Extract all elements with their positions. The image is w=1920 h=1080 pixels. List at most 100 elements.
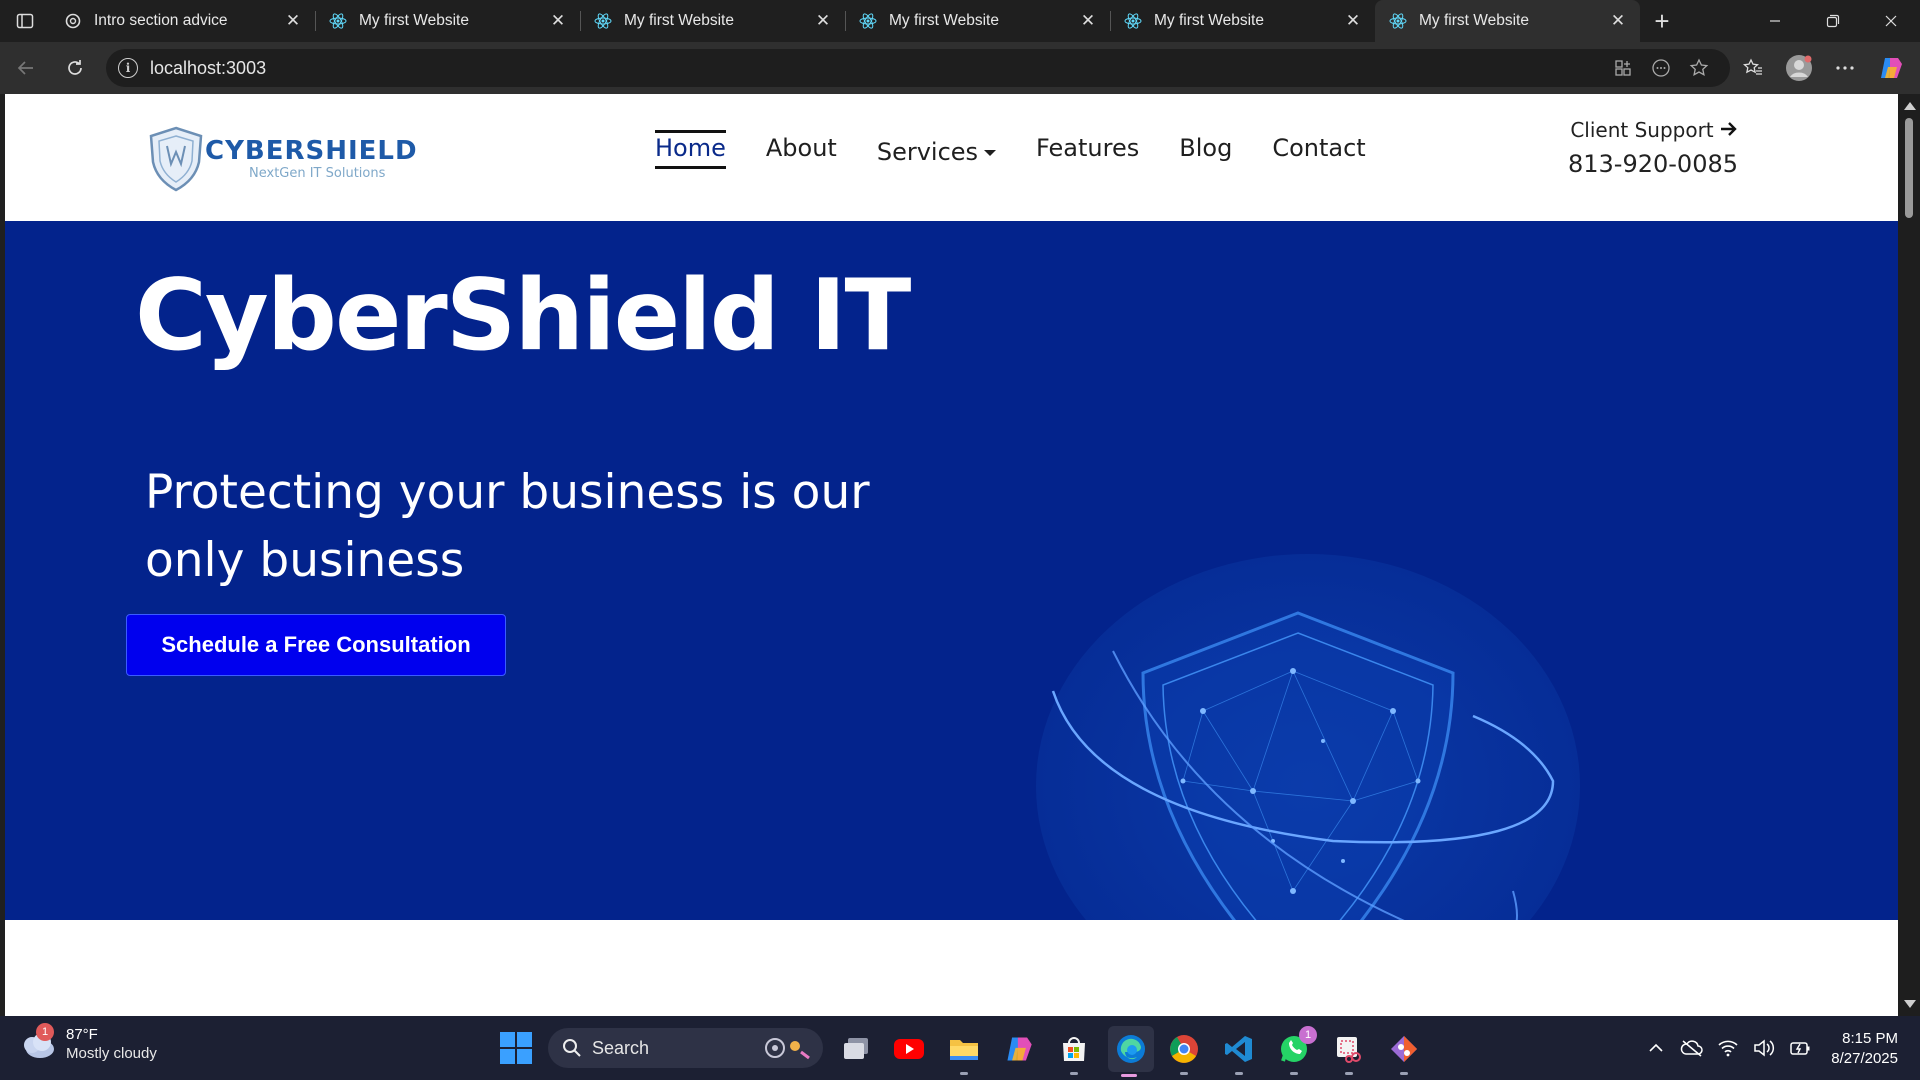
nav-contact[interactable]: Contact bbox=[1272, 134, 1365, 166]
scroll-thumb[interactable] bbox=[1905, 118, 1913, 218]
vertical-scrollbar[interactable] bbox=[1898, 94, 1920, 1016]
battery-charging-icon[interactable] bbox=[1784, 1034, 1816, 1062]
nav-home[interactable]: Home bbox=[655, 130, 726, 169]
minimize-button[interactable] bbox=[1746, 0, 1804, 42]
close-icon[interactable]: ✕ bbox=[1343, 11, 1363, 31]
vscode-icon[interactable] bbox=[1218, 1028, 1260, 1075]
restore-button[interactable] bbox=[1804, 0, 1862, 42]
weather-widget[interactable]: 1 87°F Mostly cloudy bbox=[18, 1023, 157, 1062]
browser-tab[interactable]: My first Website ✕ bbox=[1110, 0, 1375, 42]
cloud-icon: 1 bbox=[18, 1023, 58, 1061]
react-icon bbox=[859, 12, 877, 30]
close-icon[interactable]: ✕ bbox=[1608, 11, 1628, 31]
tab-actions-icon[interactable] bbox=[0, 0, 50, 42]
tab-title: My first Website bbox=[1419, 12, 1529, 29]
nav-features[interactable]: Features bbox=[1036, 134, 1139, 166]
svg-text:CYBERSHIELD: CYBERSHIELD bbox=[205, 136, 418, 166]
microsoft-store-icon[interactable] bbox=[1053, 1028, 1095, 1075]
hero-section: CyberShield IT Protecting your business … bbox=[5, 221, 1898, 920]
weather-desc: Mostly cloudy bbox=[66, 1045, 157, 1062]
tab-list: Intro section advice ✕ My first Website … bbox=[50, 0, 1640, 42]
running-indicator bbox=[1121, 1074, 1137, 1077]
hero-subtitle: Protecting your business is our only bus… bbox=[145, 465, 870, 588]
react-icon bbox=[1124, 12, 1142, 30]
chevron-up-icon[interactable] bbox=[1640, 1034, 1672, 1062]
nav-services[interactable]: Services bbox=[876, 138, 997, 170]
favorites-icon[interactable] bbox=[1730, 48, 1776, 88]
browser-tab[interactable]: My first Website ✕ bbox=[315, 0, 580, 42]
close-icon[interactable]: ✕ bbox=[283, 11, 303, 31]
running-indicator bbox=[1070, 1072, 1078, 1075]
react-icon bbox=[1389, 12, 1407, 30]
main-nav: Home About Services Features Blog Contac… bbox=[655, 130, 1406, 170]
browser-tab-active[interactable]: My first Website ✕ bbox=[1375, 0, 1640, 42]
chrome-icon[interactable] bbox=[1163, 1028, 1205, 1075]
schedule-consultation-button[interactable]: Schedule a Free Consultation bbox=[126, 614, 506, 676]
cybershield-logo[interactable]: CYBERSHIELD NextGen IT Solutions bbox=[149, 124, 449, 194]
edge-icon[interactable] bbox=[1108, 1026, 1154, 1077]
window-controls bbox=[1746, 0, 1920, 42]
page-viewport: CYBERSHIELD NextGen IT Solutions Home Ab… bbox=[5, 94, 1898, 1016]
browser-toolbar: i localhost:3003 bbox=[0, 42, 1920, 94]
nav-blog[interactable]: Blog bbox=[1179, 134, 1232, 166]
tracking-prevention-icon[interactable] bbox=[1642, 52, 1680, 84]
caret-down-icon bbox=[984, 150, 997, 156]
url-text[interactable]: localhost:3003 bbox=[150, 58, 1604, 79]
copilot-icon[interactable] bbox=[1868, 48, 1914, 88]
whatsapp-icon[interactable]: 1 bbox=[1273, 1026, 1317, 1075]
browser-tab-strip: Intro section advice ✕ My first Website … bbox=[0, 0, 1920, 42]
close-icon[interactable]: ✕ bbox=[1078, 11, 1098, 31]
openai-icon bbox=[64, 12, 82, 30]
running-indicator bbox=[960, 1072, 968, 1075]
support-phone[interactable]: 813-920-0085 bbox=[1568, 150, 1738, 178]
tab-title: My first Website bbox=[1154, 12, 1264, 29]
close-icon[interactable]: ✕ bbox=[548, 11, 568, 31]
onedrive-offline-icon[interactable] bbox=[1676, 1034, 1708, 1062]
search-placeholder: Search bbox=[592, 1037, 650, 1058]
search-icon bbox=[563, 1039, 581, 1057]
tab-title: My first Website bbox=[359, 12, 469, 29]
scroll-down-arrow-icon[interactable] bbox=[1904, 1000, 1916, 1008]
arrow-right-icon bbox=[1720, 118, 1738, 142]
app-available-icon[interactable] bbox=[1604, 52, 1642, 84]
client-support-link[interactable]: Client Support bbox=[1568, 118, 1738, 142]
browser-tab[interactable]: Intro section advice ✕ bbox=[50, 0, 315, 42]
task-view-icon[interactable] bbox=[836, 1028, 878, 1070]
windows-start-icon[interactable] bbox=[500, 1032, 532, 1064]
more-options-icon[interactable] bbox=[1822, 48, 1868, 88]
copilot-app-icon[interactable] bbox=[998, 1028, 1040, 1070]
running-indicator bbox=[1345, 1072, 1353, 1075]
browser-tab[interactable]: My first Website ✕ bbox=[580, 0, 845, 42]
shield-illustration bbox=[1036, 554, 1580, 920]
whatsapp-badge: 1 bbox=[1299, 1026, 1317, 1044]
running-indicator bbox=[1400, 1072, 1408, 1075]
react-icon bbox=[594, 12, 612, 30]
weather-badge: 1 bbox=[36, 1023, 54, 1041]
file-explorer-icon[interactable] bbox=[943, 1028, 985, 1075]
weather-temp: 87°F bbox=[66, 1026, 98, 1043]
close-icon[interactable]: ✕ bbox=[813, 11, 833, 31]
profile-avatar[interactable] bbox=[1776, 48, 1822, 88]
volume-icon[interactable] bbox=[1748, 1034, 1780, 1062]
favorite-star-icon[interactable] bbox=[1680, 52, 1718, 84]
git-app-icon[interactable] bbox=[1383, 1028, 1425, 1075]
snipping-tool-icon[interactable] bbox=[1328, 1028, 1370, 1075]
new-tab-button[interactable]: + bbox=[1640, 0, 1684, 42]
system-tray bbox=[1640, 1034, 1820, 1062]
close-window-button[interactable] bbox=[1862, 0, 1920, 42]
taskbar-search[interactable]: Search bbox=[548, 1028, 823, 1068]
back-button[interactable] bbox=[3, 48, 49, 88]
site-info-icon[interactable]: i bbox=[118, 58, 138, 78]
tab-title: Intro section advice bbox=[94, 12, 228, 29]
nav-about[interactable]: About bbox=[766, 134, 837, 166]
address-bar[interactable]: i localhost:3003 bbox=[106, 49, 1730, 87]
clock-date: 8/27/2025 bbox=[1831, 1050, 1898, 1067]
system-clock[interactable]: 8:15 PM 8/27/2025 bbox=[1831, 1029, 1898, 1069]
reload-button[interactable] bbox=[52, 48, 98, 88]
youtube-icon[interactable] bbox=[888, 1028, 930, 1070]
wifi-icon[interactable] bbox=[1712, 1034, 1744, 1062]
nav-services-label: Services bbox=[876, 138, 979, 166]
browser-tab[interactable]: My first Website ✕ bbox=[845, 0, 1110, 42]
site-header: CYBERSHIELD NextGen IT Solutions Home Ab… bbox=[5, 94, 1898, 221]
scroll-up-arrow-icon[interactable] bbox=[1904, 102, 1916, 110]
